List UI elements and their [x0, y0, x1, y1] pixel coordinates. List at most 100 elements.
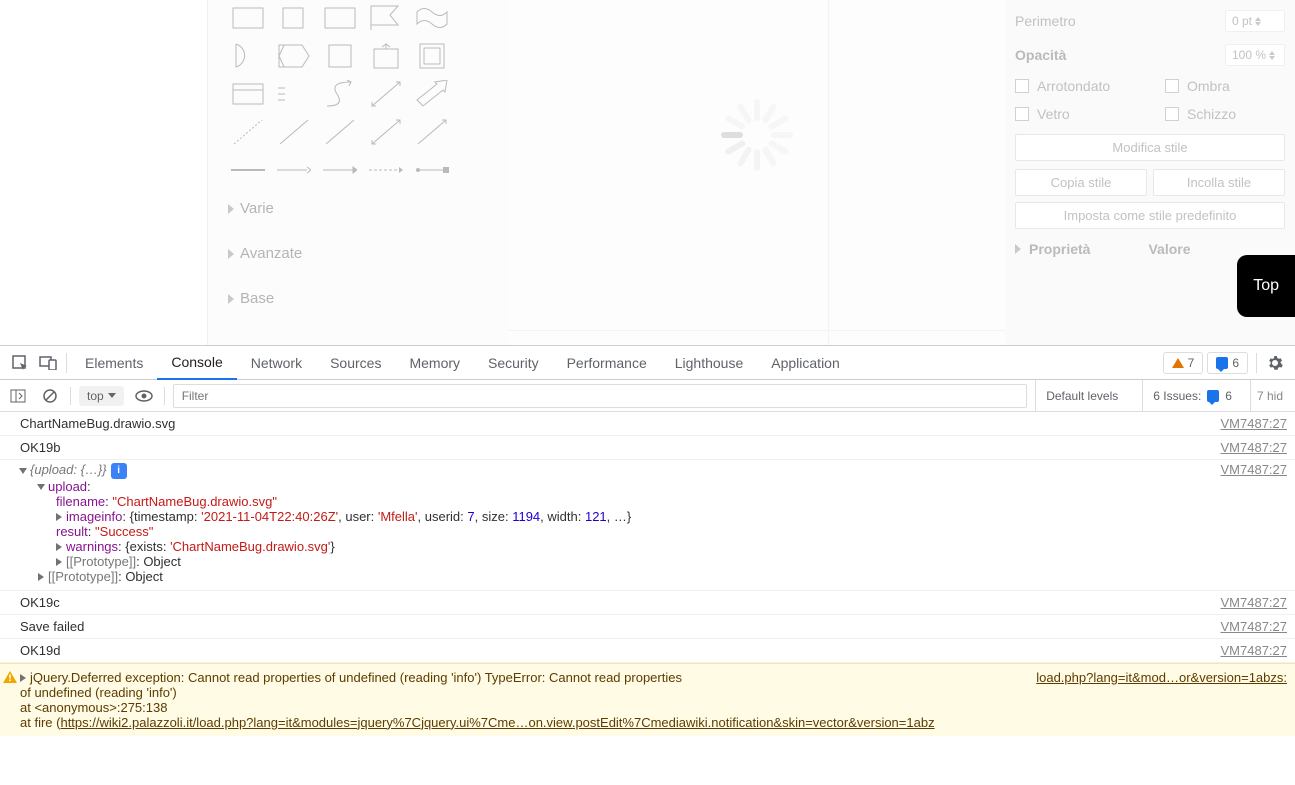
shape-halfmoon[interactable] — [228, 40, 268, 72]
tab-memory[interactable]: Memory — [395, 347, 474, 379]
tab-lighthouse[interactable]: Lighthouse — [661, 347, 758, 379]
shape-line[interactable] — [274, 116, 314, 148]
settings-gear-icon[interactable] — [1261, 349, 1289, 377]
expand-toggle[interactable] — [37, 484, 45, 490]
shape-conn5[interactable] — [412, 154, 452, 186]
source-link[interactable]: VM7487:27 — [1221, 643, 1288, 658]
issues-button[interactable]: 6 Issues:6 — [1142, 380, 1242, 411]
chevron-down-icon — [108, 393, 116, 398]
shape-sq[interactable] — [320, 40, 360, 72]
live-expression-icon[interactable] — [132, 384, 156, 408]
tab-network[interactable]: Network — [237, 347, 316, 379]
shape-flag[interactable] — [366, 2, 406, 34]
expand-toggle[interactable] — [56, 513, 62, 521]
tab-performance[interactable]: Performance — [553, 347, 661, 379]
modifica-stile-button[interactable]: Modifica stile — [1015, 134, 1285, 161]
sidebar-toggle-icon[interactable] — [6, 384, 30, 408]
shape-bigarrow[interactable] — [412, 78, 452, 110]
log-object: VM7487:27 {upload: {…}}i upload: filenam… — [0, 460, 1295, 591]
messages-badge[interactable]: 6 — [1207, 352, 1248, 374]
chevron-right-icon — [228, 204, 234, 214]
shape-arrowbox[interactable] — [274, 40, 314, 72]
shape-conn3[interactable] — [320, 154, 360, 186]
devtools-tabbar: Elements Console Network Sources Memory … — [0, 346, 1295, 380]
log-levels-selector[interactable]: Default levels — [1035, 380, 1134, 411]
expand-toggle[interactable] — [38, 573, 44, 581]
shape-arrow3[interactable] — [412, 116, 452, 148]
canvas[interactable] — [508, 0, 1005, 345]
log-row: OK19dVM7487:27 — [0, 639, 1295, 663]
tab-sources[interactable]: Sources — [316, 347, 395, 379]
shape-square[interactable] — [274, 2, 314, 34]
section-base[interactable]: Base — [228, 276, 496, 321]
opacita-label: Opacità — [1015, 47, 1066, 63]
shape-arrow2[interactable] — [366, 116, 406, 148]
log-row: OK19cVM7487:27 — [0, 591, 1295, 615]
source-link[interactable]: load.php?lang=it&mod…or&version=1abzs: — [1036, 670, 1287, 685]
shape-conn4[interactable] — [366, 154, 406, 186]
hidden-count[interactable]: 7 hid — [1250, 380, 1289, 411]
opacita-value[interactable]: 100 % — [1225, 44, 1285, 66]
properties-header[interactable]: Proprietà Valore — [1015, 229, 1285, 257]
source-link[interactable]: VM7487:27 — [1221, 595, 1288, 610]
shape-conn2[interactable] — [274, 154, 314, 186]
ombra-checkbox[interactable]: Ombra — [1165, 78, 1285, 94]
stack-link[interactable]: https://wiki2.palazzoli.it/load.php?lang… — [60, 715, 934, 730]
chevron-right-icon — [228, 294, 234, 304]
shape-tape[interactable] — [412, 2, 452, 34]
tab-security[interactable]: Security — [474, 347, 553, 379]
tab-application[interactable]: Application — [757, 347, 854, 379]
expand-toggle[interactable] — [20, 674, 26, 682]
copia-stile-button[interactable]: Copia stile — [1015, 169, 1147, 196]
shape-dashed[interactable] — [228, 116, 268, 148]
section-avanzate[interactable]: Avanzate — [228, 231, 496, 276]
schizzo-checkbox[interactable]: Schizzo — [1165, 106, 1285, 122]
section-label: Base — [240, 290, 274, 307]
shape-list[interactable] — [274, 78, 314, 110]
console-toolbar: top Default levels 6 Issues:6 7 hid — [0, 380, 1295, 412]
warning-icon — [1172, 358, 1184, 368]
inspect-icon[interactable] — [6, 349, 34, 377]
vetro-checkbox[interactable]: Vetro — [1015, 106, 1135, 122]
tab-console[interactable]: Console — [157, 346, 236, 380]
clear-console-icon[interactable] — [38, 384, 62, 408]
loading-spinner-icon — [717, 95, 797, 175]
imposta-predefinito-button[interactable]: Imposta come stile predefinito — [1015, 202, 1285, 229]
context-selector[interactable]: top — [79, 386, 124, 406]
shape-rect[interactable] — [228, 2, 268, 34]
log-warning: load.php?lang=it&mod…or&version=1abzs: j… — [0, 663, 1295, 736]
source-link[interactable]: VM7487:27 — [1221, 619, 1288, 634]
shapes-panel: Varie Avanzate Base — [208, 0, 508, 345]
shape-card[interactable] — [228, 78, 268, 110]
shape-biarrow[interactable] — [366, 78, 406, 110]
shape-container[interactable] — [412, 40, 452, 72]
section-varie[interactable]: Varie — [228, 186, 496, 231]
incolla-stile-button[interactable]: Incolla stile — [1153, 169, 1285, 196]
warnings-badge[interactable]: 7 — [1163, 352, 1204, 374]
source-link[interactable]: VM7487:27 — [1221, 416, 1288, 431]
gridline — [508, 330, 1005, 331]
shape-curve[interactable] — [320, 78, 360, 110]
expand-toggle[interactable] — [56, 543, 62, 551]
tab-elements[interactable]: Elements — [71, 347, 157, 379]
shape-rect2[interactable] — [320, 2, 360, 34]
arrotondato-checkbox[interactable]: Arrotondato — [1015, 78, 1135, 94]
source-link[interactable]: VM7487:27 — [1221, 462, 1288, 477]
warning-icon — [3, 671, 17, 683]
info-icon[interactable]: i — [111, 463, 127, 479]
perimetro-value[interactable]: 0 pt — [1225, 10, 1285, 32]
shape-conn1[interactable] — [228, 154, 268, 186]
top-badge[interactable]: Top — [1237, 255, 1295, 317]
devtools: Elements Console Network Sources Memory … — [0, 345, 1295, 785]
device-icon[interactable] — [34, 349, 62, 377]
shape-up[interactable] — [366, 40, 406, 72]
log-row: ChartNameBug.drawio.svgVM7487:27 — [0, 412, 1295, 436]
chat-icon — [1216, 357, 1228, 369]
chat-icon — [1207, 390, 1219, 402]
shape-line2[interactable] — [320, 116, 360, 148]
filter-input[interactable] — [173, 384, 1028, 408]
source-link[interactable]: VM7487:27 — [1221, 440, 1288, 455]
log-row: OK19bVM7487:27 — [0, 436, 1295, 460]
expand-toggle[interactable] — [56, 558, 62, 566]
expand-toggle[interactable] — [19, 468, 27, 474]
